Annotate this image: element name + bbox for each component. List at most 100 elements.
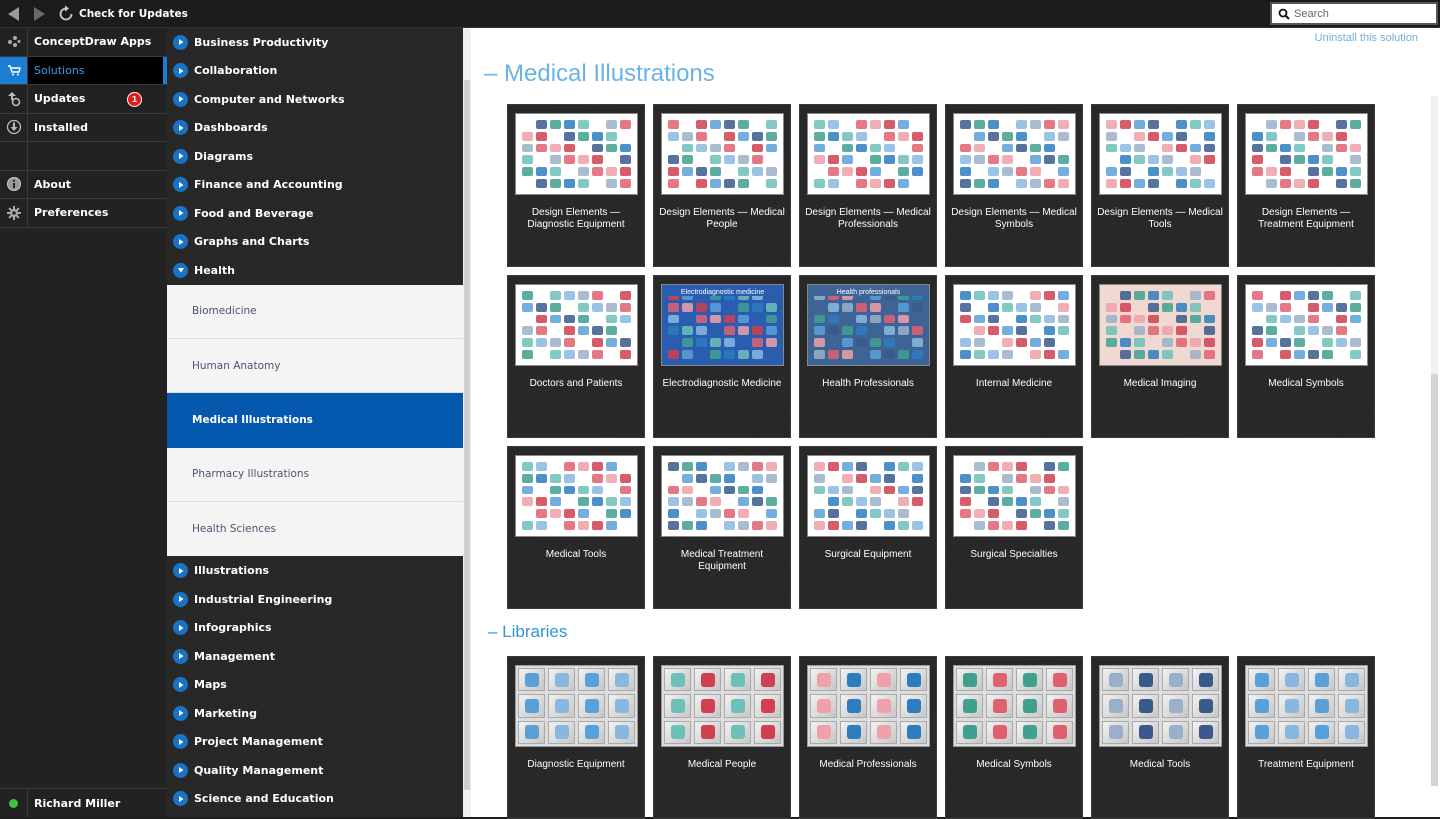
solution-templates-grid: Design Elements — Diagnostic Equipment De… — [507, 104, 1375, 609]
solution-title[interactable]: – Medical Illustrations — [484, 60, 715, 88]
category-label: Management — [194, 649, 275, 663]
category-health[interactable]: Health — [167, 256, 463, 285]
check-for-updates-button[interactable]: Check for Updates — [56, 3, 188, 25]
solution-card-medical-symbols[interactable]: Medical Symbols — [1237, 275, 1375, 438]
category-marketing[interactable]: Marketing — [167, 699, 463, 728]
library-shape-icon — [518, 668, 545, 692]
expand-icon — [173, 620, 188, 636]
category-finance-and-accounting[interactable]: Finance and Accounting — [167, 171, 463, 200]
template-thumbnail — [515, 455, 638, 537]
thumbnail-artwork — [1252, 120, 1361, 188]
subcategory-medical-illustrations[interactable]: Medical Illustrations — [167, 393, 463, 448]
library-card-medical-people[interactable]: Medical People — [653, 656, 791, 819]
thumbnail-title: Electrodiagnostic medicine — [662, 289, 783, 296]
solution-card-design-elements-medical-professionals[interactable]: Design Elements — Medical Professionals — [799, 104, 937, 267]
category-food-and-beverage[interactable]: Food and Beverage — [167, 199, 463, 228]
library-shape-icon — [1308, 720, 1335, 744]
forward-button[interactable] — [29, 4, 49, 24]
category-quality-management[interactable]: Quality Management — [167, 756, 463, 785]
solution-card-electrodiagnostic-medicine[interactable]: Electrodiagnostic medicine Electrodiagnos… — [653, 275, 791, 438]
category-infographics[interactable]: Infographics — [167, 613, 463, 642]
subcategory-health-sciences[interactable]: Health Sciences — [167, 502, 463, 556]
solution-card-medical-tools[interactable]: Medical Tools — [507, 446, 645, 609]
download-icon — [6, 120, 21, 135]
subcategory-biomedicine[interactable]: Biomedicine — [167, 285, 463, 339]
card-label: Design Elements — Medical Professionals — [805, 207, 931, 230]
nav-solutions[interactable]: Solutions — [0, 56, 167, 85]
solution-card-medical-treatment-equipment[interactable]: Medical Treatment Equipment — [653, 446, 791, 609]
solution-card-design-elements-treatment-equipment[interactable]: Design Elements — Treatment Equipment — [1237, 104, 1375, 267]
user-account[interactable]: Richard Miller — [0, 788, 167, 817]
main-scrollbar[interactable] — [1431, 96, 1438, 786]
expand-icon — [173, 791, 188, 807]
card-label: Design Elements — Medical Tools — [1097, 207, 1223, 230]
thumbnail-artwork — [1106, 291, 1215, 359]
expand-icon — [173, 34, 188, 50]
thumbnail-artwork — [960, 120, 1069, 188]
category-maps[interactable]: Maps — [167, 670, 463, 699]
solution-card-design-elements-medical-people[interactable]: Design Elements — Medical People — [653, 104, 791, 267]
solution-card-medical-imaging[interactable]: Medical Imaging — [1091, 275, 1229, 438]
card-label: Treatment Equipment — [1258, 759, 1354, 770]
nav-updates[interactable]: Updates 1 — [0, 85, 167, 114]
card-label: Design Elements — Treatment Equipment — [1258, 207, 1354, 230]
solution-card-doctors-and-patients[interactable]: Doctors and Patients — [507, 275, 645, 438]
card-label: Surgical Specialties — [970, 549, 1058, 560]
libraries-title[interactable]: – Libraries — [488, 622, 567, 642]
subcategory-human-anatomy[interactable]: Human Anatomy — [167, 339, 463, 394]
category-science-and-education[interactable]: Science and Education — [167, 784, 463, 813]
nav-installed[interactable]: Installed — [0, 113, 167, 142]
left-navigation: ConceptDraw Apps Solutions Updates 1 Ins… — [0, 28, 167, 817]
library-card-diagnostic-equipment[interactable]: Diagnostic Equipment — [507, 656, 645, 819]
category-project-management[interactable]: Project Management — [167, 727, 463, 756]
nav-about[interactable]: About — [0, 170, 167, 199]
library-card-medical-symbols[interactable]: Medical Symbols — [945, 656, 1083, 819]
solution-card-internal-medicine[interactable]: Internal Medicine — [945, 275, 1083, 438]
solution-card-design-elements-diagnostic-equipment[interactable]: Design Elements — Diagnostic Equipment — [507, 104, 645, 267]
solution-card-health-professionals[interactable]: Health professionals Health Professionals — [799, 275, 937, 438]
category-illustrations[interactable]: Illustrations — [167, 556, 463, 585]
category-label: Finance and Accounting — [194, 178, 343, 192]
category-collaboration[interactable]: Collaboration — [167, 57, 463, 86]
library-shape-icon — [1102, 720, 1129, 744]
scrollbar-thumb[interactable] — [1431, 374, 1438, 786]
nav-conceptdraw-apps[interactable]: ConceptDraw Apps — [0, 28, 167, 57]
search-box[interactable] — [1270, 2, 1438, 25]
thumbnail-artwork — [1252, 291, 1361, 359]
search-input[interactable] — [1294, 7, 1434, 20]
library-shape-icon — [956, 720, 983, 744]
template-thumbnail — [1245, 284, 1368, 366]
category-business-productivity[interactable]: Business Productivity — [167, 28, 463, 57]
solution-card-design-elements-medical-symbols[interactable]: Design Elements — Medical Symbols — [945, 104, 1083, 267]
expand-icon — [173, 762, 188, 778]
expand-icon — [173, 91, 188, 107]
category-label: Business Productivity — [194, 35, 329, 49]
category-scrollbar[interactable] — [463, 28, 471, 817]
nav-preferences[interactable]: Preferences — [0, 199, 167, 228]
library-shape-icon — [1308, 668, 1335, 692]
library-shape-icon — [1046, 694, 1073, 718]
solution-card-surgical-equipment[interactable]: Surgical Equipment — [799, 446, 937, 609]
library-shape-icon — [664, 694, 691, 718]
category-management[interactable]: Management — [167, 642, 463, 671]
template-thumbnail: Health professionals — [807, 284, 930, 366]
card-label: Internal Medicine — [975, 378, 1053, 389]
uninstall-solution-link[interactable]: Uninstall this solution — [1315, 32, 1418, 44]
category-graphs-and-charts[interactable]: Graphs and Charts — [167, 228, 463, 257]
library-shape-icon — [694, 668, 721, 692]
category-diagrams[interactable]: Diagrams — [167, 142, 463, 171]
category-dashboards[interactable]: Dashboards — [167, 114, 463, 143]
solution-card-surgical-specialties[interactable]: Surgical Specialties — [945, 446, 1083, 609]
subcategory-pharmacy-illustrations[interactable]: Pharmacy Illustrations — [167, 448, 463, 503]
back-button[interactable] — [4, 4, 24, 24]
scrollbar-thumb[interactable] — [464, 80, 470, 790]
solution-card-design-elements-medical-tools[interactable]: Design Elements — Medical Tools — [1091, 104, 1229, 267]
library-shape-icon — [608, 720, 635, 744]
category-industrial-engineering[interactable]: Industrial Engineering — [167, 585, 463, 614]
library-card-treatment-equipment[interactable]: Treatment Equipment — [1237, 656, 1375, 819]
category-computer-and-networks[interactable]: Computer and Networks — [167, 85, 463, 114]
category-label: Infographics — [194, 621, 272, 635]
library-card-medical-professionals[interactable]: Medical Professionals — [799, 656, 937, 819]
forward-arrow-icon — [34, 7, 45, 21]
library-card-medical-tools[interactable]: Medical Tools — [1091, 656, 1229, 819]
